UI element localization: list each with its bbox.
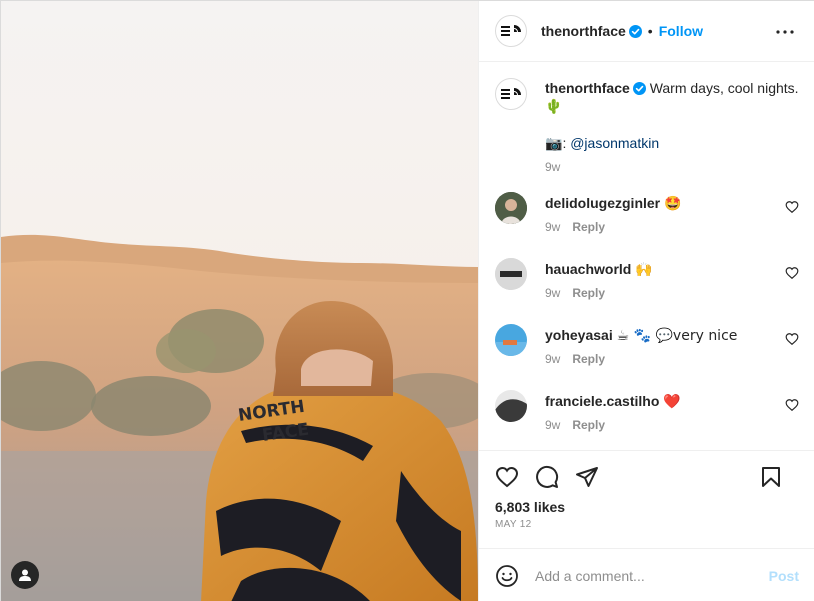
comment-input[interactable] <box>535 567 769 584</box>
more-options-icon[interactable] <box>775 22 795 42</box>
hauach-logo <box>495 258 527 290</box>
heart-icon[interactable] <box>785 398 799 412</box>
author-avatar[interactable] <box>495 15 527 47</box>
comment-author[interactable]: franciele.castilho <box>545 393 659 409</box>
avatar-beach-image <box>495 324 527 356</box>
caption-row: thenorthface Warm days, cool nights. 🌵 📷… <box>495 78 799 190</box>
commenter-avatar[interactable] <box>495 324 527 356</box>
photo-illustration: NORTH FACE <box>1 1 478 601</box>
tnf-logo <box>501 25 521 36</box>
verified-icon <box>632 82 646 95</box>
comment-time: 9w <box>545 286 561 300</box>
cactus-emoji: 🌵 <box>545 99 563 115</box>
verified-icon <box>628 24 642 38</box>
comment-time: 9w <box>545 352 561 366</box>
comment-text: 🤩 <box>664 196 682 212</box>
reply-button[interactable]: Reply <box>572 352 605 366</box>
comment-author[interactable]: yoheyasai <box>545 327 613 343</box>
follow-button[interactable]: Follow <box>659 23 703 39</box>
caption-author[interactable]: thenorthface <box>545 80 630 96</box>
share-icon[interactable] <box>575 465 599 489</box>
bookmark-icon[interactable] <box>759 465 783 489</box>
commenter-avatar[interactable] <box>495 192 527 224</box>
post-comment-button[interactable]: Post <box>769 568 799 584</box>
comment-time: 9w <box>545 418 561 432</box>
comment-text: ☕ 🐾 💬very nice <box>616 328 738 344</box>
avatar-person-image <box>495 192 527 224</box>
post-date: MAY 12 <box>495 519 532 530</box>
post-side-panel: thenorthface • Follow thenorthface Warm … <box>478 1 814 601</box>
like-heart-icon[interactable] <box>495 465 519 489</box>
comment-row: hauachworld 🙌 9w Reply <box>495 258 799 324</box>
user-tag-icon <box>19 569 31 581</box>
post-header: thenorthface • Follow <box>479 1 814 62</box>
tnf-logo <box>501 88 521 99</box>
heart-icon[interactable] <box>785 200 799 214</box>
comment-icon[interactable] <box>535 465 559 489</box>
post-dialog: NORTH FACE thenorthface • Follow thenort… <box>0 0 814 601</box>
commenter-avatar[interactable] <box>495 258 527 290</box>
heart-icon[interactable] <box>785 332 799 346</box>
comment-row: franciele.castilho ❤️ 9w Reply <box>495 390 799 450</box>
comment-text: 🙌 <box>635 262 653 278</box>
caption-text: Warm days, cool nights. <box>649 80 799 96</box>
avatar-bw-image <box>495 390 527 422</box>
photographer-mention[interactable]: @jasonmatkin <box>570 135 659 151</box>
camera-emoji: 📷 <box>545 136 563 152</box>
reply-button[interactable]: Reply <box>572 418 605 432</box>
comment-row: delidolugezginler 🤩 9w Reply <box>495 192 799 258</box>
user-tag-button[interactable] <box>11 561 39 589</box>
commenter-avatar[interactable] <box>495 390 527 422</box>
heart-icon[interactable] <box>785 266 799 280</box>
author-username[interactable]: thenorthface <box>541 23 626 39</box>
caption-avatar[interactable] <box>495 78 527 110</box>
header-separator: • <box>647 23 653 39</box>
comment-row: yoheyasai ☕ 🐾 💬very nice 9w Reply <box>495 324 799 390</box>
emoji-icon[interactable] <box>495 564 519 588</box>
post-actions: 6,803 likes MAY 12 <box>479 450 814 548</box>
comment-author[interactable]: hauachworld <box>545 261 631 277</box>
comment-author[interactable]: delidolugezginler <box>545 195 660 211</box>
reply-button[interactable]: Reply <box>572 286 605 300</box>
caption-time: 9w <box>545 160 561 174</box>
caption-body: thenorthface Warm days, cool nights. 🌵 📷… <box>545 78 799 190</box>
add-comment-bar: Post <box>479 548 814 601</box>
comments-list[interactable]: thenorthface Warm days, cool nights. 🌵 📷… <box>479 62 814 450</box>
credit-separator: : <box>562 135 567 151</box>
post-photo[interactable]: NORTH FACE <box>1 1 478 601</box>
reply-button[interactable]: Reply <box>572 220 605 234</box>
comment-text: ❤️ <box>663 394 681 410</box>
comment-time: 9w <box>545 220 561 234</box>
